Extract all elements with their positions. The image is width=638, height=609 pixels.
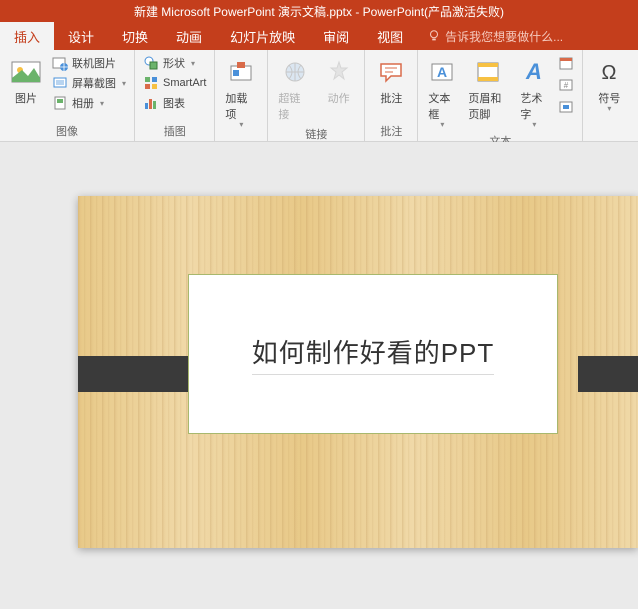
addins-button[interactable]: 加载项 ▾	[221, 54, 261, 137]
shapes-icon	[143, 55, 159, 71]
online-pictures-label: 联机图片	[72, 55, 116, 71]
slide-title-text[interactable]: 如何制作好看的PPT	[252, 333, 495, 375]
album-icon	[52, 95, 68, 111]
group-images: 图片 联机图片 屏幕截图 ▾ 相册 ▾ 图像	[0, 50, 135, 141]
group-illustrations: 形状 ▾ SmartArt 图表 插图	[135, 50, 215, 141]
comment-button[interactable]: 批注	[371, 54, 411, 121]
chevron-down-icon: ▾	[100, 99, 104, 108]
slide-editor[interactable]: 如何制作好看的PPT	[0, 142, 638, 609]
shapes-label: 形状	[163, 55, 185, 71]
action-button[interactable]: 动作	[319, 54, 359, 124]
group-comments-label: 批注	[371, 121, 411, 139]
chart-button[interactable]: 图表	[141, 94, 208, 112]
smartart-button[interactable]: SmartArt	[141, 74, 208, 92]
tab-insert[interactable]: 插入	[0, 22, 54, 50]
tab-review[interactable]: 审阅	[309, 22, 363, 50]
shapes-button[interactable]: 形状 ▾	[141, 54, 208, 72]
hyperlink-icon	[279, 56, 311, 88]
header-footer-icon	[472, 56, 504, 88]
picture-icon	[10, 56, 42, 88]
slide-number-icon: #	[558, 77, 574, 93]
tell-me[interactable]: 告诉我您想要做什么...	[417, 28, 563, 45]
textbox-icon: A	[426, 56, 458, 88]
chevron-down-icon: ▾	[532, 120, 536, 129]
chart-label: 图表	[163, 95, 185, 111]
chevron-down-icon: ▾	[122, 79, 126, 88]
tell-me-text: 告诉我您想要做什么...	[445, 28, 563, 45]
hyperlink-label: 超链接	[278, 90, 311, 122]
group-illustrations-label: 插图	[141, 121, 208, 139]
decoration-bar-right	[578, 356, 638, 392]
object-icon	[558, 99, 574, 115]
textbox-label: 文本框	[428, 90, 456, 122]
date-icon	[558, 55, 574, 71]
svg-text:A: A	[437, 64, 447, 80]
text-extra-2[interactable]: #	[556, 76, 576, 94]
hyperlink-button[interactable]: 超链接	[274, 54, 315, 124]
chart-icon	[143, 95, 159, 111]
group-addins-label	[221, 137, 261, 139]
wordart-label: 艺术字	[520, 90, 548, 122]
group-symbols: Ω 符号 ▾ π 公	[583, 50, 638, 141]
online-pictures-icon	[52, 55, 68, 71]
symbol-button[interactable]: Ω 符号 ▾	[589, 54, 629, 137]
pictures-button[interactable]: 图片	[6, 54, 46, 121]
slide-background: 如何制作好看的PPT	[78, 196, 638, 548]
group-images-label: 图像	[6, 121, 128, 139]
slide-canvas[interactable]: 如何制作好看的PPT	[78, 196, 638, 548]
screenshot-button[interactable]: 屏幕截图 ▾	[50, 74, 128, 92]
action-label: 动作	[328, 90, 350, 106]
comment-label: 批注	[380, 90, 402, 106]
equation-button[interactable]: π 公	[633, 54, 638, 137]
header-footer-label: 页眉和页脚	[468, 90, 508, 122]
smartart-icon	[143, 75, 159, 91]
ribbon-tabs: 插入 设计 切换 动画 幻灯片放映 审阅 视图 告诉我您想要做什么...	[0, 22, 638, 50]
group-symbols-label	[589, 137, 638, 139]
svg-text:A: A	[525, 60, 542, 84]
chevron-down-icon: ▾	[191, 59, 195, 68]
symbol-icon: Ω	[593, 56, 625, 88]
text-extra-1[interactable]	[556, 54, 576, 72]
group-addins: 加载项 ▾	[215, 50, 268, 141]
group-text: A 文本框 ▾ 页眉和页脚 A 艺术字 ▾ # 文本	[418, 50, 583, 141]
textbox-button[interactable]: A 文本框 ▾	[424, 54, 460, 131]
pictures-label: 图片	[15, 90, 37, 106]
photo-album-label: 相册	[72, 95, 94, 111]
screenshot-icon	[52, 75, 68, 91]
tab-view[interactable]: 视图	[363, 22, 417, 50]
wordart-icon: A	[518, 56, 550, 88]
screenshot-label: 屏幕截图	[72, 75, 116, 91]
photo-album-button[interactable]: 相册 ▾	[50, 94, 128, 112]
ribbon: 图片 联机图片 屏幕截图 ▾ 相册 ▾ 图像	[0, 50, 638, 142]
decoration-bar-left	[78, 356, 188, 392]
tab-slideshow[interactable]: 幻灯片放映	[216, 22, 309, 50]
chevron-down-icon: ▾	[440, 120, 444, 129]
svg-text:#: #	[564, 81, 569, 90]
action-icon	[323, 56, 355, 88]
lightbulb-icon	[427, 29, 441, 43]
window-title: 新建 Microsoft PowerPoint 演示文稿.pptx - Powe…	[134, 3, 504, 20]
tab-transitions[interactable]: 切换	[108, 22, 162, 50]
chevron-down-icon: ▾	[607, 104, 611, 113]
text-extra-3[interactable]	[556, 98, 576, 116]
tab-design[interactable]: 设计	[54, 22, 108, 50]
title-placeholder[interactable]: 如何制作好看的PPT	[188, 274, 558, 434]
titlebar: 新建 Microsoft PowerPoint 演示文稿.pptx - Powe…	[0, 0, 638, 22]
group-comments: 批注 批注	[365, 50, 418, 141]
smartart-label: SmartArt	[163, 77, 206, 89]
header-footer-button[interactable]: 页眉和页脚	[464, 54, 512, 131]
svg-text:Ω: Ω	[602, 62, 617, 84]
wordart-button[interactable]: A 艺术字 ▾	[516, 54, 552, 131]
comment-icon	[375, 56, 407, 88]
group-links: 超链接 动作 链接	[268, 50, 365, 141]
addins-icon	[225, 56, 257, 88]
tab-animations[interactable]: 动画	[162, 22, 216, 50]
online-pictures-button[interactable]: 联机图片	[50, 54, 128, 72]
chevron-down-icon: ▾	[239, 120, 243, 129]
addins-label: 加载项	[225, 90, 257, 122]
group-links-label: 链接	[274, 124, 358, 142]
